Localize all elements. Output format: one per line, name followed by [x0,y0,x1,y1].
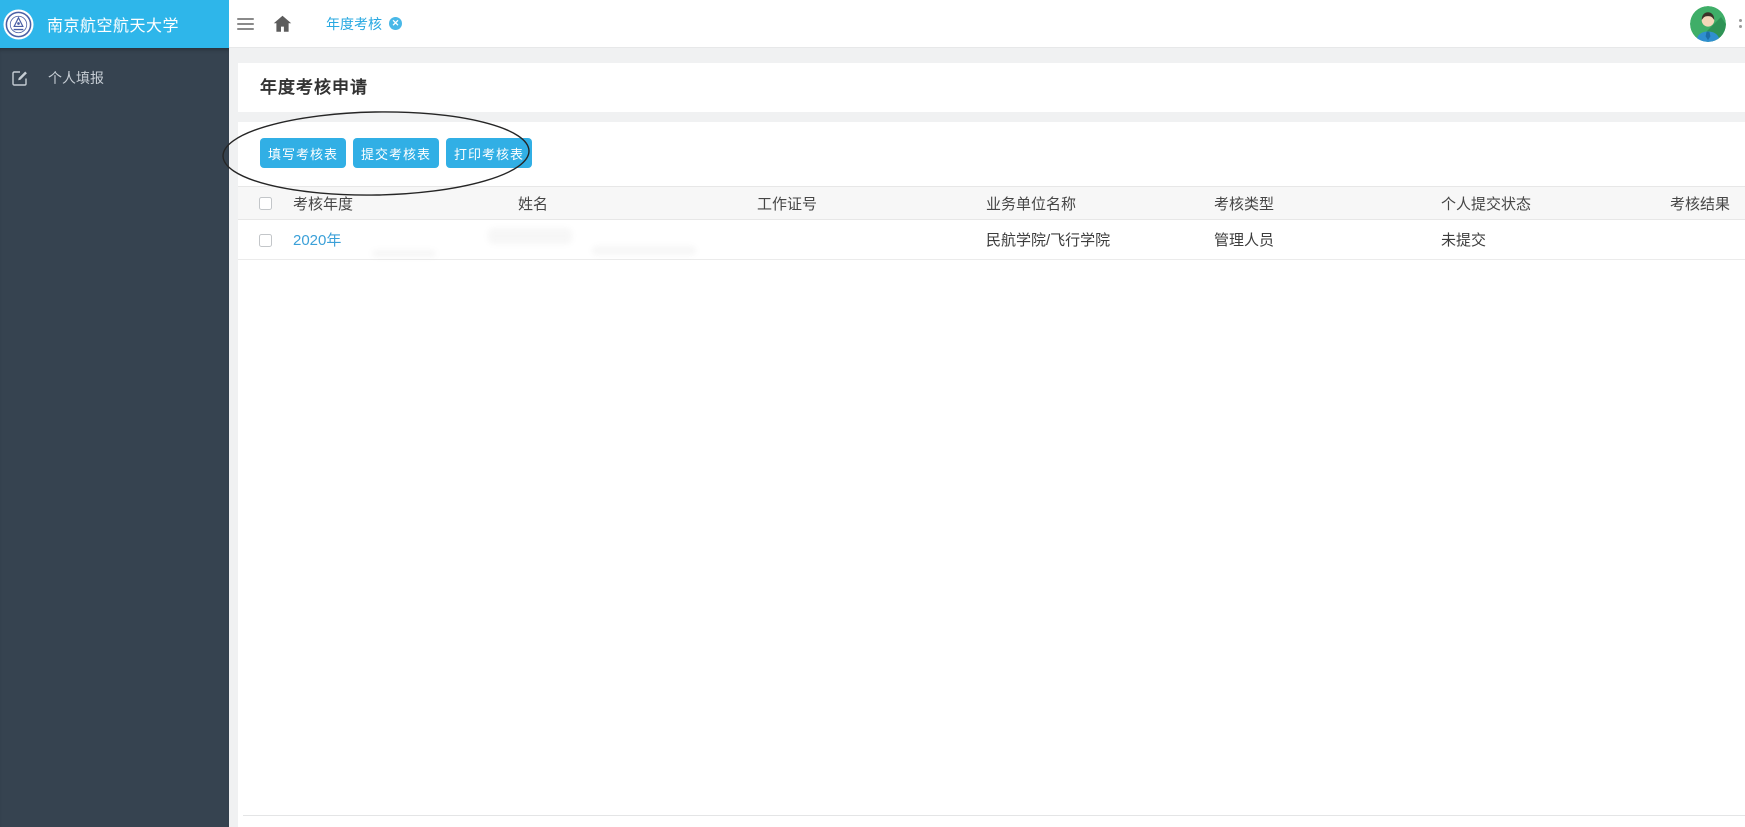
col-assessment-type: 考核类型 [1214,187,1441,220]
topbar: 年度考核 ✕ [229,0,1745,48]
col-submit-status: 个人提交状态 [1441,187,1670,220]
fill-assessment-form-button[interactable]: 填写考核表 [260,138,346,168]
edit-icon [11,69,29,87]
university-name: 南京航空航天大学 [47,12,179,36]
table-row: 2020年 民航学院/飞行学院 管理人员 未提交 [238,220,1745,260]
tab-annual-assessment[interactable]: 年度考核 ✕ [326,14,402,34]
tab-close-icon[interactable]: ✕ [389,17,402,30]
col-work-id: 工作证号 [757,187,986,220]
col-assessment-year: 考核年度 [293,187,518,220]
title-panel: 年度考核申请 [238,63,1745,112]
print-assessment-form-button[interactable]: 打印考核表 [446,138,532,168]
cell-unit-name: 民航学院/飞行学院 [986,220,1214,260]
cell-work-id [757,220,986,260]
page-title: 年度考核申请 [260,78,368,97]
row-checkbox[interactable] [259,234,272,247]
cell-assessment-result [1670,220,1745,260]
edge-dots-icon [1739,19,1743,28]
sidebar-item-personal-report[interactable]: 个人填报 [0,48,229,102]
university-logo-icon [3,9,34,40]
assessment-table: 考核年度 姓名 工作证号 业务单位名称 考核类型 个人提交状态 考核结果 202… [238,186,1745,260]
user-avatar[interactable] [1690,6,1726,42]
menu-toggle-icon[interactable] [237,15,254,33]
assessment-year-link[interactable]: 2020年 [293,232,341,249]
content-panel: 填写考核表 提交考核表 打印考核表 考核年度 姓名 工作证号 业务单位名称 考核… [238,122,1745,827]
sidebar: 个人填报 [0,48,229,827]
col-assessment-result: 考核结果 [1670,187,1745,220]
cell-submit-status: 未提交 [1441,220,1670,260]
table-header-row: 考核年度 姓名 工作证号 业务单位名称 考核类型 个人提交状态 考核结果 [238,187,1745,220]
toolbar: 填写考核表 提交考核表 打印考核表 [238,122,1745,168]
submit-assessment-form-button[interactable]: 提交考核表 [353,138,439,168]
cell-assessment-type: 管理人员 [1214,220,1441,260]
tab-label: 年度考核 [326,14,382,34]
col-unit-name: 业务单位名称 [986,187,1214,220]
sidebar-item-label: 个人填报 [48,68,104,88]
home-icon[interactable] [273,15,292,33]
bottom-divider [243,815,1745,816]
brand-header: 南京航空航天大学 [0,0,229,48]
cell-name [518,220,757,260]
col-name: 姓名 [518,187,757,220]
select-all-checkbox[interactable] [259,197,272,210]
main-content: 年度考核申请 填写考核表 提交考核表 打印考核表 考核年度 姓名 工作证号 业务… [229,48,1745,827]
